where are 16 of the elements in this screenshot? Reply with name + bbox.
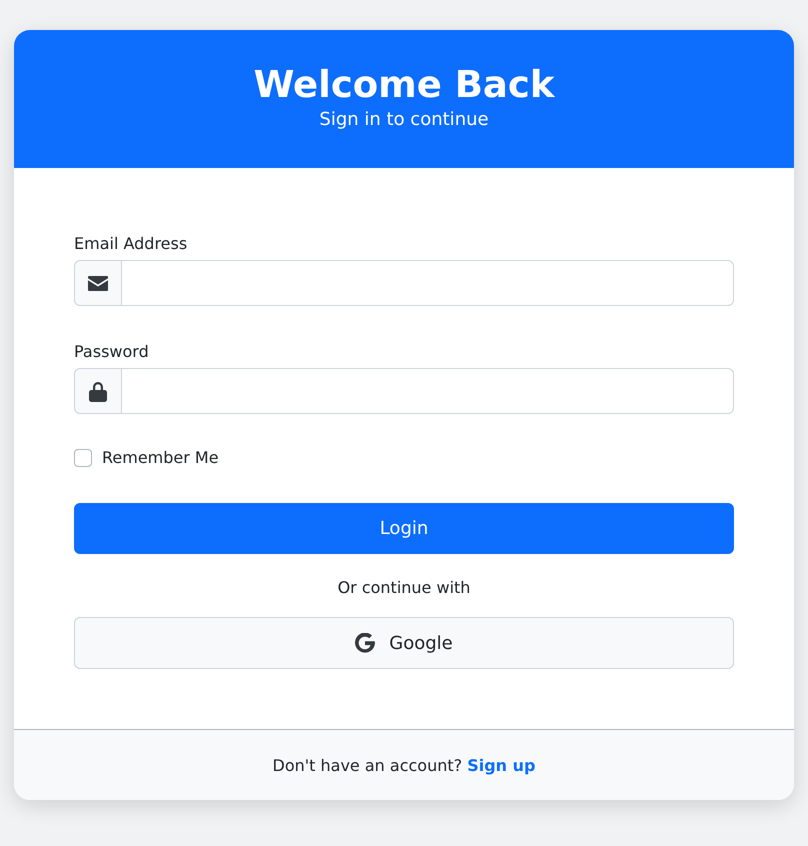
field-label: Password bbox=[74, 342, 150, 361]
input-field[interactable] bbox=[122, 260, 734, 306]
signup-link[interactable]: Sign up bbox=[467, 756, 536, 774]
field-label: Email Address bbox=[74, 234, 188, 253]
lock-icon bbox=[89, 380, 107, 402]
signup-prompt: Don't have an account? Sign up bbox=[272, 756, 536, 774]
subtitle: Sign in to continue bbox=[319, 108, 489, 132]
login-button[interactable]: Login bbox=[74, 503, 734, 554]
checkbox-label: Remember Me bbox=[102, 448, 219, 467]
divider-text: Or continue with bbox=[338, 578, 470, 597]
checkbox[interactable] bbox=[74, 448, 92, 466]
envelope-icon bbox=[88, 276, 108, 290]
google-button[interactable]: Google bbox=[74, 617, 734, 669]
welcome-title: Welcome Back bbox=[254, 62, 554, 108]
google-icon bbox=[355, 633, 376, 653]
input-field[interactable] bbox=[122, 368, 734, 414]
